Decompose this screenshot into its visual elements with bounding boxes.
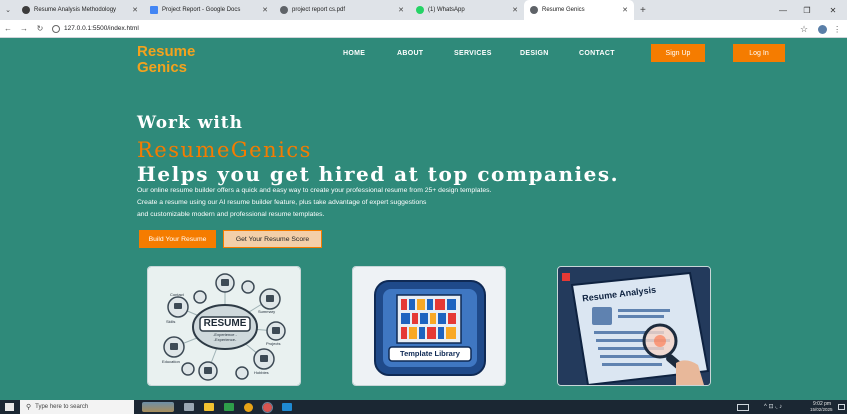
nav-services[interactable]: SERVICES <box>454 50 492 57</box>
taskbar-search-box[interactable]: ⚲ Type here to search <box>20 400 134 414</box>
more-options-icon[interactable]: ⋮ <box>833 25 841 34</box>
node-label-hobbies: Hobbies <box>254 370 269 375</box>
browser-tab-strip: ⌄ Resume Analysis Methodology ✕ Project … <box>0 0 847 20</box>
web-page: Resume Genics HOME ABOUT SERVICES DESIGN… <box>0 38 847 400</box>
windows-taskbar: ⚲ Type here to search ^ ⊡ ◟ ♪ 9:02 pm 15… <box>0 400 847 414</box>
node-label-summary: Summary <box>258 309 276 314</box>
nav-contact[interactable]: CONTACT <box>579 50 615 57</box>
restore-button[interactable]: ❐ <box>795 0 819 20</box>
notifications-icon[interactable] <box>838 404 845 410</box>
resume-card-title: RESUME <box>203 318 247 329</box>
resume-card-subtitle: -Experience- <box>213 337 237 342</box>
site-logo[interactable]: Resume Genics <box>137 44 227 76</box>
minimize-button[interactable]: — <box>771 0 795 20</box>
site-info-icon[interactable] <box>52 24 60 33</box>
hero-brand-name: ResumeGenics <box>137 138 312 162</box>
taskbar-date[interactable]: 15/02/2025 <box>810 407 833 412</box>
profile-avatar-icon[interactable] <box>818 24 828 34</box>
tab-resume-genics[interactable]: Resume Genics ✕ <box>524 0 634 20</box>
close-tab-icon[interactable]: ✕ <box>622 6 628 14</box>
resume-analysis-illustration <box>558 267 710 385</box>
template-library-illustration <box>353 267 505 385</box>
node-label-skills: Skills <box>166 319 176 324</box>
file-explorer-icon[interactable] <box>204 403 214 411</box>
nav-design[interactable]: DESIGN <box>520 50 549 57</box>
keyboard-icon[interactable] <box>737 404 749 411</box>
hero-description-line: Create a resume using our AI resume buil… <box>137 199 427 206</box>
search-icon: ⚲ <box>26 404 32 411</box>
bookmark-star-icon[interactable]: ☆ <box>800 24 808 35</box>
taskbar-landscape-icon[interactable] <box>142 402 174 412</box>
get-resume-score-button[interactable]: Get Your Resume Score <box>223 230 322 248</box>
tab-project-report-docs[interactable]: Project Report - Google Docs ✕ <box>144 0 274 20</box>
back-arrow-icon[interactable]: ← <box>0 24 16 33</box>
globe-icon <box>280 6 288 14</box>
hero-description-line: Our online resume builder offers a quick… <box>137 187 492 194</box>
hero-heading-line1: Work with <box>137 113 244 133</box>
log-in-button[interactable]: Log In <box>733 44 785 62</box>
tab-search-chevron-icon[interactable]: ⌄ <box>0 6 16 14</box>
node-label-projects: Projects <box>266 341 281 346</box>
close-tab-icon[interactable]: ✕ <box>262 6 268 14</box>
nav-home[interactable]: HOME <box>343 50 365 57</box>
tab-project-report-pdf[interactable]: project report cs.pdf ✕ <box>274 0 410 20</box>
node-label-education: Education <box>162 359 180 364</box>
tab-favicon-icon <box>22 6 30 14</box>
store-icon[interactable] <box>224 403 234 411</box>
close-tab-icon[interactable]: ✕ <box>398 6 404 14</box>
hero-description-line: and customizable modern and professional… <box>137 211 325 218</box>
build-resume-button[interactable]: Build Your Resume <box>139 230 216 248</box>
chrome-icon[interactable] <box>244 402 253 412</box>
globe-icon <box>530 6 538 14</box>
task-view-icon[interactable] <box>184 403 194 411</box>
node-label-contact: Contact <box>170 292 184 297</box>
template-library-card[interactable]: Template Library <box>352 266 506 386</box>
whatsapp-icon <box>416 6 424 14</box>
sign-up-button[interactable]: Sign Up <box>651 44 705 62</box>
address-bar: ← → ↻ 127.0.0.1:5500/index.html ☆ ⋮ <box>0 20 847 38</box>
close-window-button[interactable]: ✕ <box>821 0 845 20</box>
url-field[interactable]: 127.0.0.1:5500/index.html <box>52 24 139 33</box>
windows-start-icon[interactable] <box>5 403 14 411</box>
system-tray-icons[interactable]: ^ ⊡ ◟ ♪ <box>764 403 782 410</box>
tab-resume-analysis[interactable]: Resume Analysis Methodology ✕ <box>16 0 144 20</box>
resume-analysis-card[interactable]: Resume Analysis <box>557 266 711 386</box>
close-tab-icon[interactable]: ✕ <box>512 6 518 14</box>
hero-tagline: Helps you get hired at top companies. <box>137 162 620 186</box>
tab-whatsapp[interactable]: (1) WhatsApp ✕ <box>410 0 524 20</box>
google-docs-icon <box>150 6 158 14</box>
close-tab-icon[interactable]: ✕ <box>132 6 138 14</box>
new-tab-button[interactable]: + <box>634 5 652 16</box>
resume-feature-card[interactable]: RESUME -Experience - -Experience- Skills… <box>147 266 301 386</box>
chrome-profile-icon[interactable] <box>262 401 273 413</box>
nav-about[interactable]: ABOUT <box>397 50 423 57</box>
forward-arrow-icon[interactable]: → <box>16 24 32 33</box>
template-library-label: Template Library <box>400 349 460 358</box>
reload-icon[interactable]: ↻ <box>32 24 48 33</box>
vscode-icon[interactable] <box>282 403 292 411</box>
